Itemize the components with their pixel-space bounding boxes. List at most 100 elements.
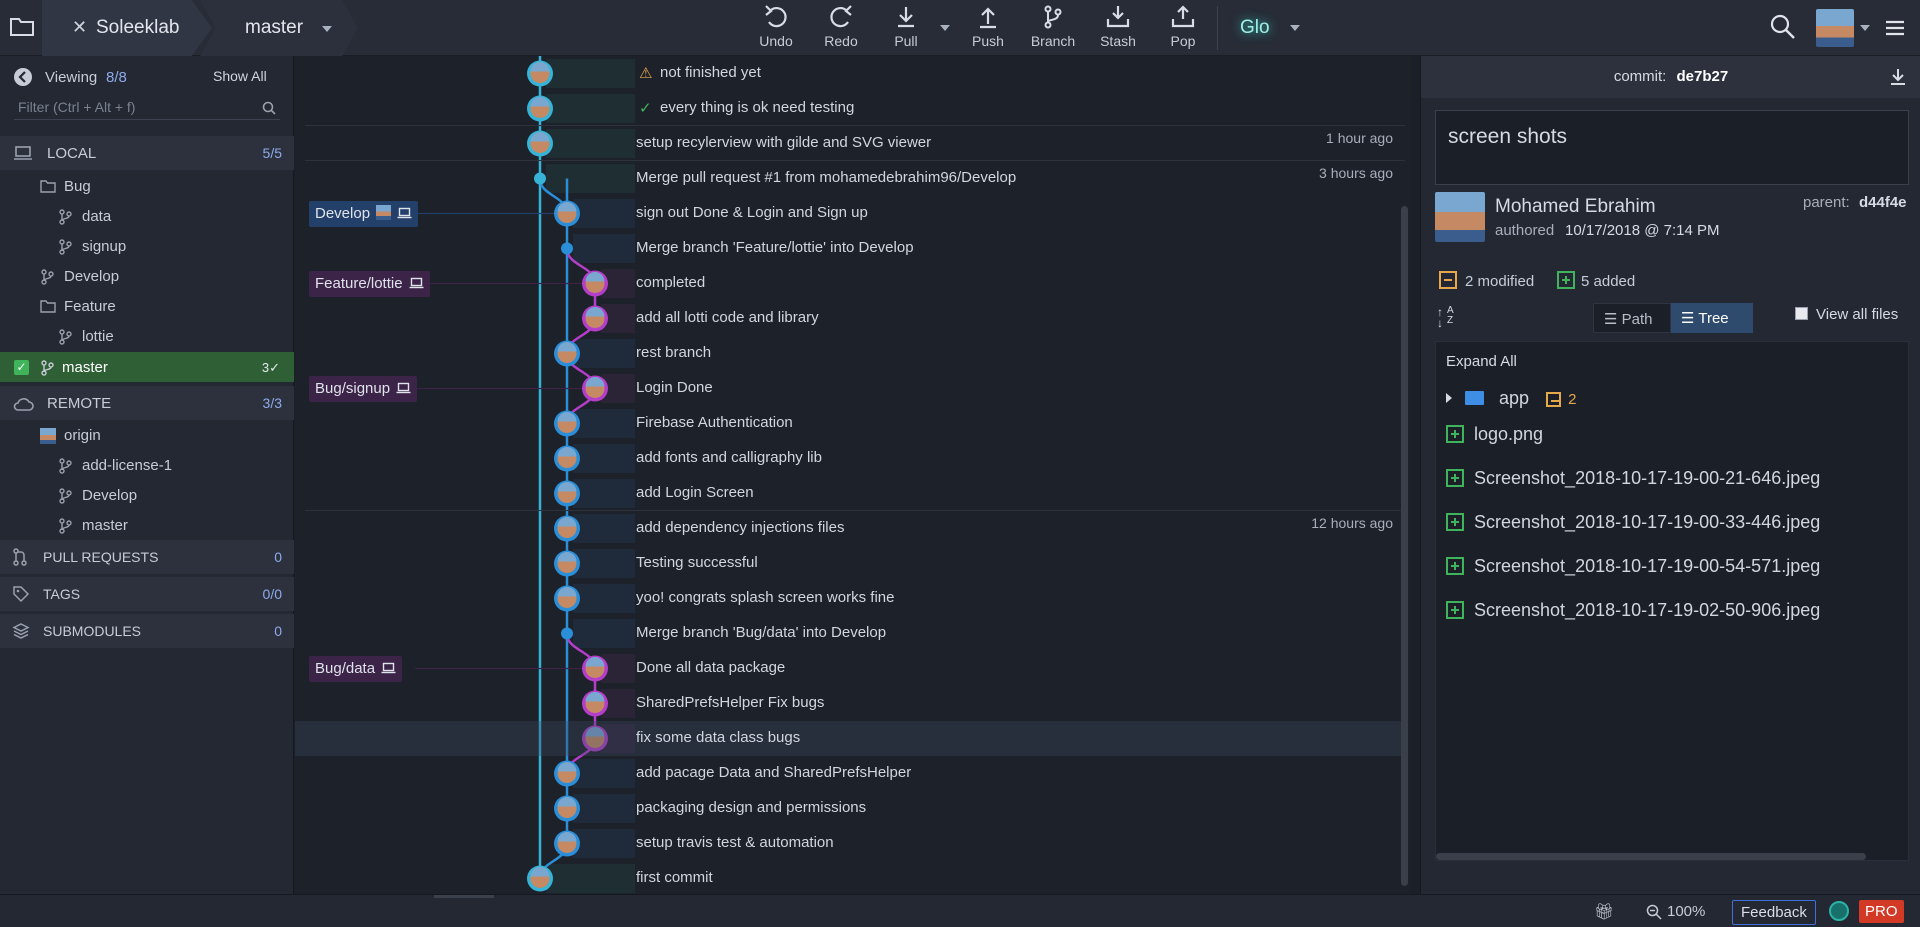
sidebar-item-label: origin bbox=[64, 427, 101, 444]
gift-icon[interactable]: 🎁︎ bbox=[1594, 902, 1614, 922]
branch-button[interactable]: Branch bbox=[1023, 4, 1083, 52]
local-count: 5/5 bbox=[262, 145, 282, 161]
sidebar-item-master[interactable]: master bbox=[0, 510, 294, 540]
commit-row[interactable]: SharedPrefsHelper Fix bugs bbox=[295, 686, 1407, 721]
hamburger-menu-icon[interactable] bbox=[1886, 20, 1904, 40]
commit-message: SharedPrefsHelper Fix bugs bbox=[636, 694, 825, 711]
search-icon[interactable] bbox=[1770, 14, 1796, 44]
pull-button[interactable]: Pull bbox=[876, 4, 936, 52]
commit-sha[interactable]: de7b27 bbox=[1676, 68, 1728, 85]
commit-row[interactable]: rest branch bbox=[295, 336, 1407, 371]
commit-row[interactable]: completed bbox=[295, 266, 1407, 301]
commit-row[interactable]: Firebase Authentication bbox=[295, 406, 1407, 441]
commit-row[interactable]: add all lotti code and library bbox=[295, 301, 1407, 336]
expand-arrow-icon[interactable] bbox=[1446, 393, 1452, 403]
commit-message: packaging design and permissions bbox=[636, 799, 867, 816]
zoom-icon[interactable] bbox=[1646, 904, 1662, 920]
branch-label-feature-lottie[interactable]: Feature/lottie bbox=[309, 271, 430, 297]
parent-sha[interactable]: d44f4e bbox=[1859, 194, 1907, 211]
commit-row[interactable]: Testing successful bbox=[295, 546, 1407, 581]
commit-row[interactable]: first commit bbox=[295, 861, 1407, 894]
sidebar-item-add-license-1[interactable]: add-license-1 bbox=[0, 450, 294, 480]
tree-view-toggle[interactable]: ☰ Tree bbox=[1671, 303, 1753, 333]
push-button[interactable]: Push bbox=[958, 4, 1018, 52]
branch-label-bug-signup[interactable]: Bug/signup bbox=[309, 376, 418, 402]
profile-dropdown-icon[interactable] bbox=[1860, 25, 1870, 31]
folder-app[interactable]: app 2 bbox=[1446, 388, 1576, 409]
sidebar-item-develop[interactable]: Develop bbox=[0, 261, 294, 291]
open-repo-folder-icon[interactable] bbox=[8, 12, 40, 44]
commit-row[interactable]: add fonts and calligraphy lib bbox=[295, 441, 1407, 476]
added-file-item[interactable]: Screenshot_2018-10-17-19-00-33-446.jpeg bbox=[1446, 512, 1820, 533]
sort-az-icon[interactable]: ↑ ↓ bbox=[1437, 306, 1443, 329]
zoom-level[interactable]: 100% bbox=[1667, 903, 1705, 920]
commit-row[interactable]: sign out Done & Login and Sign up bbox=[295, 196, 1407, 231]
added-file-item[interactable]: logo.png bbox=[1446, 424, 1543, 445]
commit-row[interactable]: Merge pull request #1 from mohamedebrahi… bbox=[295, 161, 1407, 196]
commit-row[interactable]: add Login Screen bbox=[295, 476, 1407, 511]
branch-label-develop[interactable]: Develop bbox=[309, 201, 419, 227]
collapse-sidebar-icon[interactable] bbox=[14, 68, 32, 86]
stash-button[interactable]: Stash bbox=[1088, 4, 1148, 52]
pull-requests-section-header[interactable]: PULL REQUESTS 0 bbox=[0, 540, 294, 574]
branch-tab[interactable]: master bbox=[200, 0, 358, 56]
sidebar-item-bug[interactable]: Bug bbox=[0, 171, 294, 201]
graph-scrollbar[interactable] bbox=[1401, 206, 1408, 886]
pop-button[interactable]: Pop bbox=[1153, 4, 1213, 52]
pull-requests-label: PULL REQUESTS bbox=[43, 549, 159, 565]
commit-row[interactable]: ⚠ not finished yet bbox=[295, 56, 1407, 91]
commit-row[interactable]: setup travis test & automation bbox=[295, 826, 1407, 861]
checked-checkbox-icon[interactable]: ✓ bbox=[14, 360, 29, 375]
user-avatar[interactable] bbox=[1816, 9, 1854, 47]
branch-filter-input[interactable]: Filter (Ctrl + Alt + f) bbox=[14, 96, 280, 120]
commit-row[interactable]: fix some data class bugs bbox=[295, 721, 1407, 756]
commit-row[interactable]: packaging design and permissions bbox=[295, 791, 1407, 826]
commit-row[interactable]: Merge branch 'Feature/lottie' into Devel… bbox=[295, 231, 1407, 266]
branch-dropdown-icon[interactable] bbox=[322, 26, 332, 32]
sidebar-item-origin[interactable]: origin bbox=[0, 420, 294, 450]
show-all-button[interactable]: Show All bbox=[213, 68, 267, 84]
commit-row[interactable]: add dependency injections files 12 hours … bbox=[295, 511, 1407, 546]
download-patch-icon[interactable] bbox=[1890, 68, 1906, 90]
glo-boards-button[interactable]: Glo bbox=[1240, 17, 1270, 39]
commit-row[interactable]: Merge branch 'Bug/data' into Develop bbox=[295, 616, 1407, 651]
sidebar-item-master[interactable]: ✓ master 3✓ bbox=[0, 352, 294, 382]
sidebar-item-data[interactable]: data bbox=[0, 201, 294, 231]
feedback-button[interactable]: Feedback bbox=[1732, 900, 1816, 925]
tags-section-header[interactable]: TAGS 0/0 bbox=[0, 577, 294, 611]
filter-search-icon bbox=[262, 101, 276, 115]
added-file-item[interactable]: Screenshot_2018-10-17-19-00-54-571.jpeg bbox=[1446, 556, 1820, 577]
tag-icon bbox=[13, 586, 30, 603]
path-view-toggle[interactable]: ☰ Path bbox=[1593, 303, 1671, 333]
commit-row[interactable]: yoo! congrats splash screen works fine bbox=[295, 581, 1407, 616]
pull-options-icon[interactable] bbox=[940, 25, 950, 31]
commit-row[interactable]: ✓ every thing is ok need testing bbox=[295, 91, 1407, 126]
added-file-item[interactable]: Screenshot_2018-10-17-19-02-50-906.jpeg bbox=[1446, 600, 1820, 621]
commit-row[interactable]: add pacage Data and SharedPrefsHelper bbox=[295, 756, 1407, 791]
file-tree-scrollbar[interactable] bbox=[1436, 853, 1866, 860]
sidebar-item-lottie[interactable]: lottie bbox=[0, 321, 294, 351]
view-all-files-checkbox[interactable] bbox=[1795, 307, 1808, 320]
sidebar-item-signup[interactable]: signup bbox=[0, 231, 294, 261]
commit-row[interactable]: Login Done bbox=[295, 371, 1407, 406]
redo-button[interactable]: Redo bbox=[811, 4, 871, 52]
commit-row[interactable]: Done all data package bbox=[295, 651, 1407, 686]
repo-tab[interactable]: ✕ Soleeklab bbox=[42, 0, 212, 56]
commit-message: every thing is ok need testing bbox=[660, 99, 855, 116]
remote-section-header[interactable]: REMOTE 3/3 bbox=[0, 386, 294, 420]
close-repo-icon[interactable]: ✕ bbox=[72, 17, 87, 38]
warning-icon: ⚠ bbox=[639, 65, 653, 82]
commit-row[interactable]: setup recylerview with gilde and SVG vie… bbox=[295, 126, 1407, 161]
pro-badge[interactable]: PRO bbox=[1859, 900, 1904, 923]
submodules-section-header[interactable]: SUBMODULES 0 bbox=[0, 614, 294, 648]
master-ahead-badge: 3✓ bbox=[261, 360, 280, 375]
glo-dropdown-icon[interactable] bbox=[1290, 25, 1300, 31]
expand-all-button[interactable]: Expand All bbox=[1446, 353, 1517, 370]
undo-button[interactable]: Undo bbox=[746, 4, 806, 52]
sidebar-item-develop[interactable]: Develop bbox=[0, 480, 294, 510]
branch-label-bug-data[interactable]: Bug/data bbox=[309, 656, 403, 682]
tags-label: TAGS bbox=[43, 586, 81, 602]
local-section-header[interactable]: LOCAL 5/5 bbox=[0, 136, 294, 170]
sidebar-item-feature[interactable]: Feature bbox=[0, 291, 294, 321]
added-file-item[interactable]: Screenshot_2018-10-17-19-00-21-646.jpeg bbox=[1446, 468, 1820, 489]
